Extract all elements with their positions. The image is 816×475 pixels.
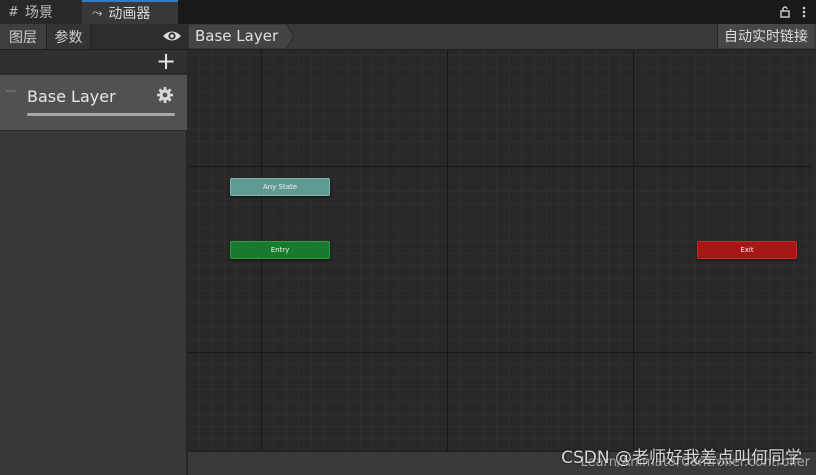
lock-icon[interactable] — [780, 6, 790, 18]
watermark: CSDN @老师好我差点叫何同学 — [561, 448, 802, 468]
tab-animator[interactable]: ⤳ 动画器 — [82, 0, 178, 24]
auto-live-link-button[interactable]: 自动实时链接 — [717, 24, 814, 48]
eye-icon[interactable] — [162, 27, 182, 45]
state-machine-graph[interactable]: Any State Entry Exit — [188, 50, 812, 451]
layer-name: Base Layer — [27, 87, 116, 106]
tab-scene-label: 场景 — [24, 5, 53, 21]
window-controls — [780, 0, 806, 24]
drag-handle-icon[interactable] — [6, 90, 16, 92]
gear-icon[interactable] — [156, 86, 174, 104]
animator-icon: ⤳ — [92, 5, 103, 21]
layers-panel: 图层 参数 + Base Layer — [0, 24, 187, 475]
layer-weight-slider[interactable] — [27, 113, 175, 116]
tab-parameters[interactable]: 参数 — [47, 24, 91, 49]
graph-toolbar: Base Layer 自动实时链接 — [188, 24, 816, 50]
tab-layers[interactable]: 图层 — [0, 24, 47, 49]
kebab-menu-icon[interactable] — [802, 6, 806, 18]
node-exit[interactable]: Exit — [697, 241, 797, 259]
layer-item[interactable]: Base Layer — [0, 75, 187, 131]
tab-scene[interactable]: # 场景 — [0, 0, 82, 24]
breadcrumb-base-layer[interactable]: Base Layer — [195, 27, 278, 45]
graph-scrollbar[interactable] — [812, 50, 816, 451]
tab-animator-label: 动画器 — [108, 6, 151, 22]
add-layer-row: + — [0, 47, 187, 75]
node-entry[interactable]: Entry — [230, 241, 330, 259]
add-layer-button[interactable]: + — [156, 47, 176, 75]
grid-icon: # — [8, 4, 19, 20]
node-any-state[interactable]: Any State — [230, 178, 330, 196]
